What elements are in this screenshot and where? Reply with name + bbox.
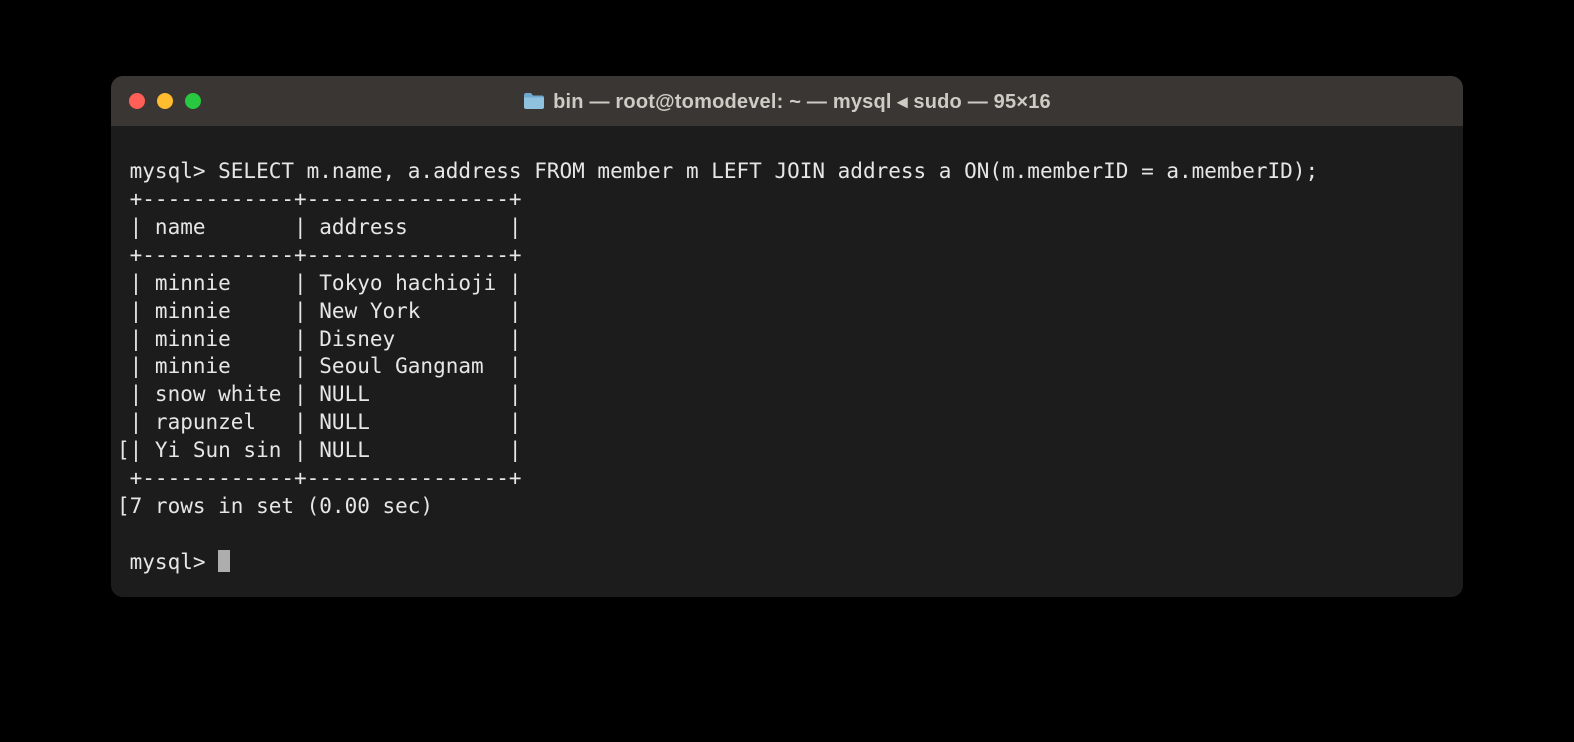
minimize-icon[interactable] — [157, 93, 173, 109]
traffic-lights — [129, 93, 201, 109]
close-icon[interactable] — [129, 93, 145, 109]
title-wrap: bin — root@tomodevel: ~ — mysql ◂ sudo —… — [111, 89, 1463, 114]
terminal-body[interactable]: mysql> SELECT m.name, a.address FROM mem… — [111, 126, 1463, 597]
terminal-window: bin — root@tomodevel: ~ — mysql ◂ sudo —… — [111, 76, 1463, 597]
titlebar[interactable]: bin — root@tomodevel: ~ — mysql ◂ sudo —… — [111, 76, 1463, 126]
fullscreen-icon[interactable] — [185, 93, 201, 109]
terminal-output: mysql> SELECT m.name, a.address FROM mem… — [117, 159, 1318, 574]
window-title: bin — root@tomodevel: ~ — mysql ◂ sudo —… — [553, 89, 1051, 114]
cursor-icon — [218, 550, 230, 572]
folder-icon — [523, 92, 545, 110]
